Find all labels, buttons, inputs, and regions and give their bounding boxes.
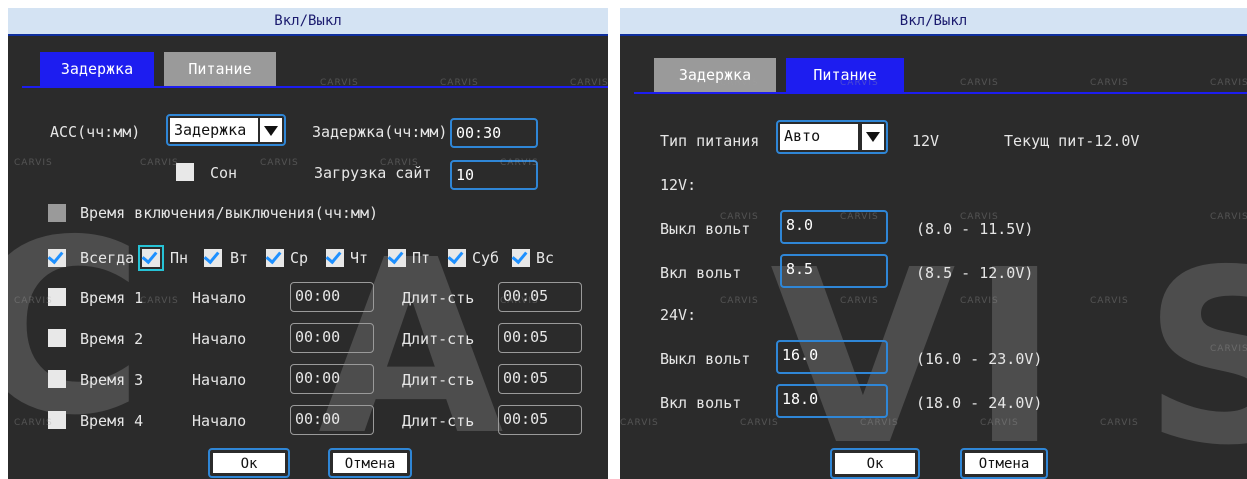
day-checkbox-always[interactable] <box>48 249 66 267</box>
delay-settings-panel: C A Вкл/Выкл Задержка Питание ACC(чч:мм)… <box>8 8 608 479</box>
duration-label: Длит-сть <box>402 371 475 389</box>
start-input[interactable]: 00:00 <box>290 364 374 394</box>
duration-label: Длит-сть <box>402 412 475 430</box>
on-voltage-label: Вкл вольт <box>660 264 742 282</box>
day-label-wed: Ср <box>290 249 309 267</box>
duration-input[interactable]: 00:05 <box>498 282 582 312</box>
ok-button[interactable]: Ок <box>208 448 290 478</box>
start-label: Начало <box>192 289 247 307</box>
cancel-button[interactable]: Отмена <box>960 448 1048 479</box>
off-voltage-label: Выкл вольт <box>660 350 751 368</box>
time-checkbox[interactable] <box>48 411 66 429</box>
ok-button-label: Ок <box>213 453 285 473</box>
onoff-time-label: Время включения/выключения(чч:мм) <box>80 204 379 222</box>
power-settings-panel: V I S Вкл/Выкл Задержка Питание Тип пита… <box>620 8 1247 479</box>
v24-off-range: (16.0 - 23.0V) <box>916 350 1043 368</box>
delay-input[interactable]: 00:30 <box>450 118 538 148</box>
v12-off-range: (8.0 - 11.5V) <box>916 220 1034 238</box>
cancel-button[interactable]: Отмена <box>328 448 412 478</box>
day-label-sat: Суб <box>472 249 500 267</box>
current-power-value: Текущ пит-12.0V <box>1004 132 1140 150</box>
time-checkbox[interactable] <box>48 329 66 347</box>
duration-input[interactable]: 00:05 <box>498 405 582 435</box>
boot-label: Загрузка сайт <box>314 164 432 182</box>
power-type-select[interactable]: Авто <box>776 120 888 154</box>
acc-mode-value: Задержка <box>170 118 258 142</box>
duration-input[interactable]: 00:05 <box>498 323 582 353</box>
on-voltage-label: Вкл вольт <box>660 394 742 412</box>
day-label-sun: Вс <box>536 249 555 267</box>
voltage-24v-heading: 24V: <box>660 306 697 324</box>
tab-power[interactable]: Питание <box>786 58 904 92</box>
day-checkbox-wed[interactable] <box>266 249 284 267</box>
start-input[interactable]: 00:00 <box>290 323 374 353</box>
tab-underline <box>634 92 1247 94</box>
sleep-label: Сон <box>210 164 238 182</box>
cancel-button-label: Отмена <box>965 453 1043 474</box>
dialog-title: Вкл/Выкл <box>620 8 1247 36</box>
v12-off-input[interactable]: 8.0 <box>780 210 888 244</box>
cancel-button-label: Отмена <box>333 453 407 473</box>
day-checkbox-thu[interactable] <box>326 249 344 267</box>
start-input[interactable]: 00:00 <box>290 405 374 435</box>
acc-mode-select[interactable]: Задержка <box>166 114 286 146</box>
duration-label: Длит-сть <box>402 289 475 307</box>
duration-input[interactable]: 00:05 <box>498 364 582 394</box>
ok-button-label: Ок <box>835 453 915 474</box>
day-label-mon: Пн <box>170 249 189 267</box>
sleep-checkbox[interactable] <box>176 163 194 181</box>
chevron-down-icon[interactable] <box>258 118 282 142</box>
voltage-12v-heading: 12V: <box>660 176 697 194</box>
time-label: Время 2 <box>80 330 144 348</box>
power-type-value: Авто <box>780 124 858 150</box>
tab-delay[interactable]: Задержка <box>40 52 154 86</box>
start-label: Начало <box>192 330 247 348</box>
time-label: Время 1 <box>80 289 144 307</box>
time-checkbox[interactable] <box>48 288 66 306</box>
v12-on-input[interactable]: 8.5 <box>780 254 888 288</box>
delay-label: Задержка(чч:мм) <box>312 123 448 141</box>
time-checkbox[interactable] <box>48 370 66 388</box>
day-checkbox-mon[interactable] <box>138 245 164 271</box>
boot-input[interactable]: 10 <box>450 160 538 190</box>
voltage-value: 12V <box>912 132 940 150</box>
duration-label: Длит-сть <box>402 330 475 348</box>
chevron-down-icon[interactable] <box>860 124 884 150</box>
v24-on-range: (18.0 - 24.0V) <box>916 394 1043 412</box>
tab-underline <box>22 86 608 88</box>
time-label: Время 4 <box>80 412 144 430</box>
onoff-time-checkbox[interactable] <box>48 204 66 222</box>
day-checkbox-sun[interactable] <box>512 249 530 267</box>
start-input[interactable]: 00:00 <box>290 282 374 312</box>
v24-on-input[interactable]: 18.0 <box>776 384 888 418</box>
ok-button[interactable]: Ок <box>830 448 920 479</box>
day-label-always: Всегда <box>80 249 135 267</box>
off-voltage-label: Выкл вольт <box>660 220 751 238</box>
v12-on-range: (8.5 - 12.0V) <box>916 264 1034 282</box>
power-type-label: Тип питания <box>660 132 760 150</box>
day-checkbox-fri[interactable] <box>388 249 406 267</box>
day-checkbox-tue[interactable] <box>204 249 222 267</box>
day-label-thu: Чт <box>350 249 369 267</box>
v24-off-input[interactable]: 16.0 <box>776 340 888 374</box>
day-label-fri: Пт <box>412 249 431 267</box>
day-label-tue: Вт <box>230 249 249 267</box>
tab-delay[interactable]: Задержка <box>654 58 776 92</box>
start-label: Начало <box>192 412 247 430</box>
start-label: Начало <box>192 371 247 389</box>
tab-power[interactable]: Питание <box>164 52 276 86</box>
time-label: Время 3 <box>80 371 144 389</box>
dialog-title: Вкл/Выкл <box>8 8 608 36</box>
day-checkbox-sat[interactable] <box>448 249 466 267</box>
acc-label: ACC(чч:мм) <box>50 123 141 141</box>
